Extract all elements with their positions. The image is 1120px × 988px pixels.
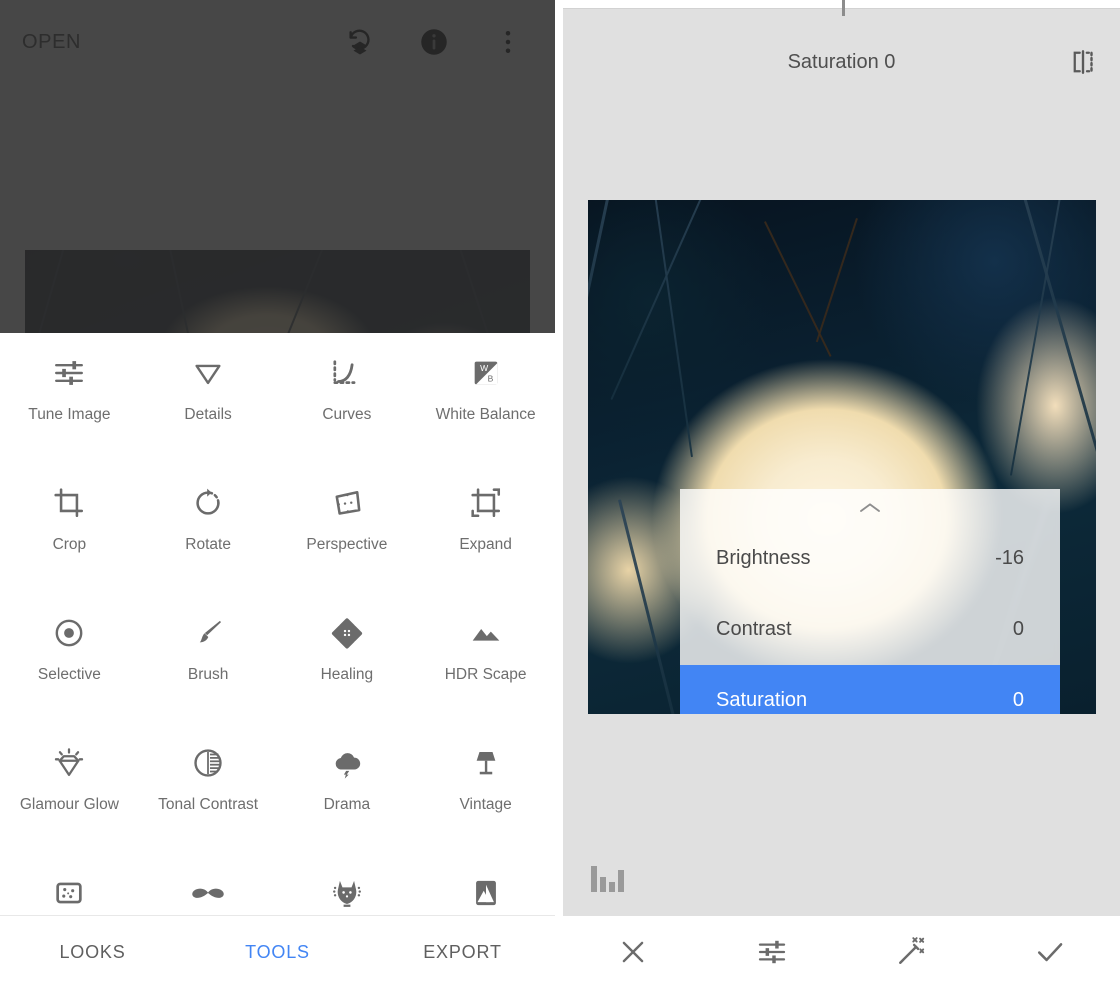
tool-label: Glamour Glow xyxy=(19,796,119,813)
adjustment-row-saturation[interactable]: Saturation 0 xyxy=(680,665,1060,714)
adjustment-row-brightness[interactable]: Brightness -16 xyxy=(680,523,1060,594)
open-button[interactable]: OPEN xyxy=(22,31,81,54)
tool-glamour-glow[interactable]: Glamour Glow xyxy=(0,723,139,853)
brush-icon xyxy=(191,611,225,655)
tool-crop[interactable]: Crop xyxy=(0,463,139,593)
adjustment-row-contrast[interactable]: Contrast 0 xyxy=(680,594,1060,665)
adjustment-name: Brightness xyxy=(716,547,811,569)
diamond-glow-icon xyxy=(52,741,86,785)
tab-tools[interactable]: TOOLS xyxy=(185,942,370,963)
confirm-button[interactable] xyxy=(981,935,1120,969)
bottom-tab-bar: LOOKS TOOLS EXPORT xyxy=(0,916,555,988)
grunge-icon xyxy=(330,871,364,915)
photo-preview[interactable]: Brightness -16 Contrast 0 Saturation 0 A… xyxy=(588,200,1096,714)
editor-toolbar xyxy=(563,916,1120,988)
perspective-icon xyxy=(330,481,364,525)
compare-before-after-icon[interactable] xyxy=(1066,45,1100,79)
right-panel: Saturation 0 Brightness -16 Contrast 0 S… xyxy=(563,0,1120,988)
tool-perspective[interactable]: Perspective xyxy=(278,463,417,593)
sliders-icon xyxy=(52,351,86,395)
tool-drama[interactable]: Drama xyxy=(278,723,417,853)
tool-label: Vintage xyxy=(459,796,512,813)
tool-curves[interactable]: Curves xyxy=(278,333,417,463)
tool-label: HDR Scape xyxy=(444,666,527,683)
tool-healing[interactable]: Healing xyxy=(278,593,417,723)
adjustment-name: Contrast xyxy=(716,618,792,640)
svg-text:W: W xyxy=(480,363,489,373)
info-icon[interactable] xyxy=(417,25,451,59)
tool-label: White Balance xyxy=(435,406,536,423)
chevron-up-icon[interactable] xyxy=(680,493,1060,523)
header-icon-group xyxy=(343,25,525,59)
tool-vintage[interactable]: Vintage xyxy=(416,723,555,853)
lamp-icon xyxy=(469,741,503,785)
tool-label: Healing xyxy=(320,666,374,683)
tool-label: Selective xyxy=(37,666,101,683)
moustache-retrolux-icon xyxy=(189,871,227,915)
check-icon xyxy=(1033,935,1067,969)
tool-label: Expand xyxy=(459,536,512,553)
white-balance-icon: W B xyxy=(470,351,502,395)
magic-wand-icon xyxy=(894,935,928,969)
selective-dot-icon xyxy=(52,611,86,655)
cancel-button[interactable] xyxy=(563,936,702,968)
tab-looks[interactable]: LOOKS xyxy=(0,942,185,963)
snapseed-editor-screenshot: OPEN Tune Image Details Curves W B White… xyxy=(0,0,1120,988)
tool-tune-image[interactable]: Tune Image xyxy=(0,333,139,463)
tool-label: Tonal Contrast xyxy=(158,796,259,813)
adjustments-menu: Brightness -16 Contrast 0 Saturation 0 A… xyxy=(680,489,1060,714)
tools-grid: Tune Image Details Curves W B White Bala… xyxy=(0,333,555,915)
tool-label: Perspective xyxy=(306,536,388,553)
current-adjustment-title: Saturation 0 xyxy=(787,50,896,73)
tool-white-balance[interactable]: W B White Balance xyxy=(416,333,555,463)
svg-text:B: B xyxy=(487,374,493,384)
tool-label: Drama xyxy=(323,796,371,813)
tool-label: Crop xyxy=(52,536,87,553)
healing-bandage-icon xyxy=(330,611,364,655)
adjustment-value: -16 xyxy=(995,547,1024,569)
editor-header: Saturation 0 xyxy=(563,26,1120,98)
overflow-menu-icon[interactable] xyxy=(491,25,525,59)
tool-label: Rotate xyxy=(185,536,231,553)
tool-details[interactable]: Details xyxy=(139,333,278,463)
grainy-film-icon xyxy=(52,871,86,915)
auto-enhance-button[interactable] xyxy=(842,935,981,969)
tool-label: Tune Image xyxy=(28,406,111,423)
crop-icon xyxy=(52,481,86,525)
tool-label: Details xyxy=(184,406,232,423)
left-header: OPEN xyxy=(0,0,555,84)
close-x-icon xyxy=(617,936,649,968)
triangle-down-icon xyxy=(191,351,225,395)
half-circle-contrast-icon xyxy=(191,741,225,785)
adjustment-list: Brightness -16 Contrast 0 Saturation 0 A… xyxy=(680,523,1060,714)
adjustment-name: Saturation xyxy=(716,689,808,711)
status-notch xyxy=(842,0,845,16)
tab-export[interactable]: EXPORT xyxy=(370,942,555,963)
tool-brush[interactable]: Brush xyxy=(139,593,278,723)
tool-selective[interactable]: Selective xyxy=(0,593,139,723)
mountains-icon xyxy=(469,611,503,655)
storm-cloud-icon xyxy=(330,741,364,785)
adjustment-value: 0 xyxy=(1012,618,1024,640)
tool-hdr-scape[interactable]: HDR Scape xyxy=(416,593,555,723)
left-panel: OPEN Tune Image Details Curves W B White… xyxy=(0,0,555,988)
expand-icon xyxy=(469,481,503,525)
adjustment-value: 0 xyxy=(1012,689,1024,711)
curves-icon xyxy=(330,351,364,395)
histogram-icon[interactable] xyxy=(591,862,627,892)
tool-label: Brush xyxy=(187,666,229,683)
rotate-icon xyxy=(192,481,224,525)
adjust-button[interactable] xyxy=(702,936,841,968)
double-exposure-icon xyxy=(469,871,503,915)
tool-expand[interactable]: Expand xyxy=(416,463,555,593)
tool-tonal-contrast[interactable]: Tonal Contrast xyxy=(139,723,278,853)
undo-layers-icon[interactable] xyxy=(343,25,377,59)
sliders-icon xyxy=(756,936,788,968)
tool-label: Curves xyxy=(322,406,372,423)
tool-rotate[interactable]: Rotate xyxy=(139,463,278,593)
